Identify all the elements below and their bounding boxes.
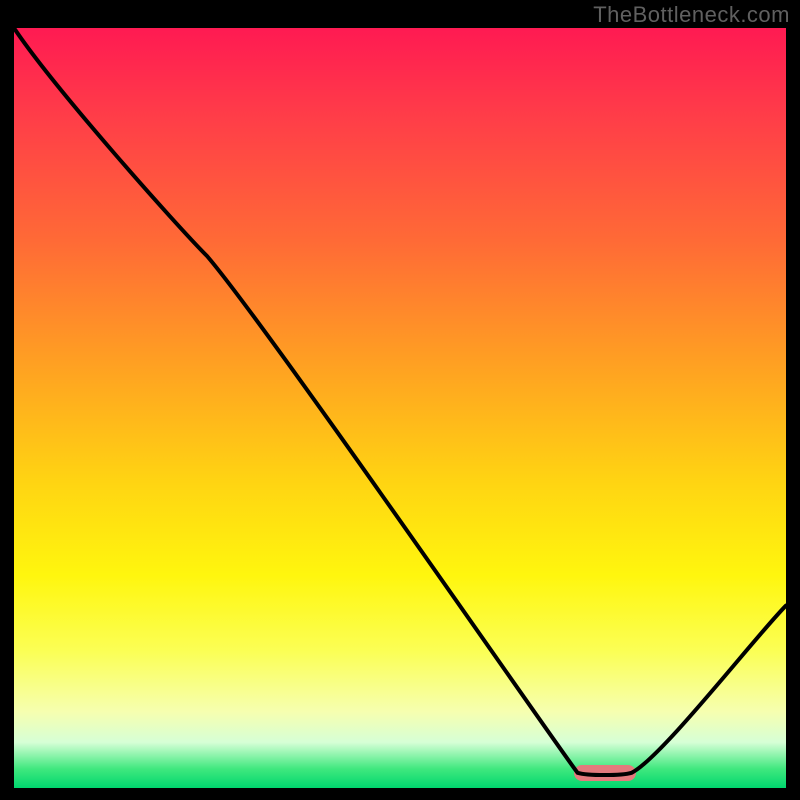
watermark-text: TheBottleneck.com — [593, 2, 790, 28]
bottleneck-curve — [14, 28, 786, 788]
plot-area — [14, 28, 786, 788]
chart-container: TheBottleneck.com — [0, 0, 800, 800]
